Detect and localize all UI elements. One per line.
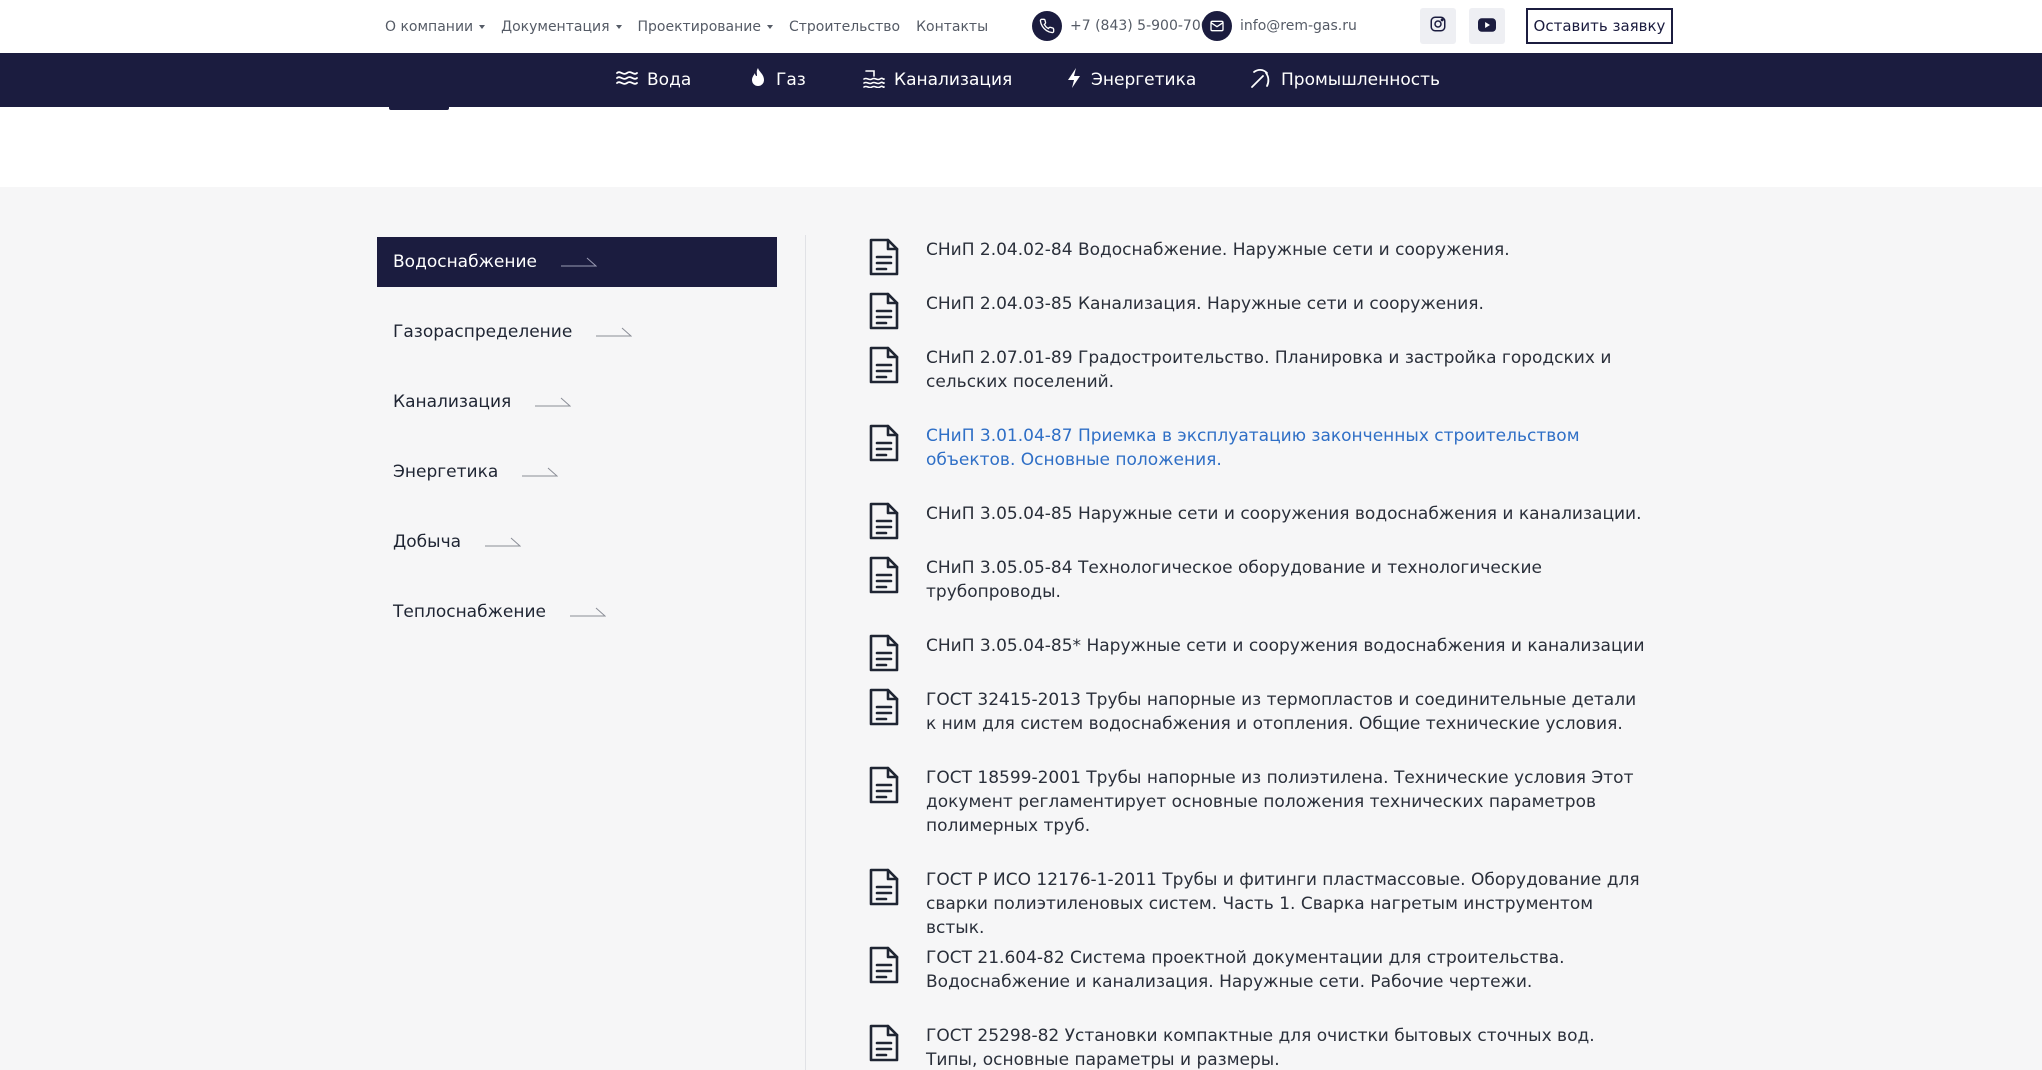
document-item[interactable]: СНиП 2.04.03-85 Канализация. Наружные се… xyxy=(868,291,1648,345)
pickaxe-icon xyxy=(1250,67,1272,94)
chevron-down-icon xyxy=(615,24,622,29)
nav-construction[interactable]: Строительство xyxy=(789,19,900,35)
phone-number: +7 (843) 5-900-700 xyxy=(1070,18,1210,34)
email-address: info@rem-gas.ru xyxy=(1240,18,1357,34)
category-industry[interactable]: Промышленность xyxy=(1250,53,1440,107)
category-sewer[interactable]: Канализация xyxy=(863,53,1012,107)
sidebar-item-label: Теплоснабжение xyxy=(393,602,546,622)
email-link[interactable]: info@rem-gas.ru xyxy=(1202,10,1357,42)
category-label: Энергетика xyxy=(1091,70,1197,90)
category-label: Газ xyxy=(776,70,806,90)
instagram-button[interactable] xyxy=(1420,8,1456,44)
phone-icon xyxy=(1032,11,1062,41)
document-title: ГОСТ 32415-2013 Трубы напорные из термоп… xyxy=(926,690,1637,734)
water-waves-icon xyxy=(616,69,638,92)
phone-link[interactable]: +7 (843) 5-900-700 xyxy=(1032,10,1210,42)
mail-icon xyxy=(1202,11,1232,41)
sidebar-item-5[interactable]: Добыча xyxy=(377,517,777,567)
nav-about[interactable]: О компании xyxy=(385,19,486,35)
document-item[interactable]: СНиП 3.05.05-84 Технологическое оборудов… xyxy=(868,555,1648,633)
chevron-down-icon xyxy=(479,24,486,29)
document-icon xyxy=(868,1023,904,1067)
document-icon xyxy=(868,345,904,389)
document-item[interactable]: ГОСТ 32415-2013 Трубы напорные из термоп… xyxy=(868,687,1648,765)
document-icon xyxy=(868,555,904,599)
document-title: СНиП 2.04.03-85 Канализация. Наружные се… xyxy=(926,294,1484,314)
document-title: ГОСТ 25298-82 Установки компактные для о… xyxy=(926,1026,1595,1070)
document-icon xyxy=(868,291,904,335)
document-title: СНиП 2.04.02-84 Водоснабжение. Наружные … xyxy=(926,240,1510,260)
document-item[interactable]: СНиП 3.01.04-87 Приемка в эксплуатацию з… xyxy=(868,423,1648,501)
divider xyxy=(805,235,806,1070)
sidebar-item-1[interactable]: Водоснабжение xyxy=(377,237,777,287)
category-label: Канализация xyxy=(894,70,1013,90)
top-nav: О компании Документация Проектирование С… xyxy=(385,0,988,53)
document-icon xyxy=(868,423,904,467)
sewer-flow-icon xyxy=(863,68,885,93)
documents-section: Водоснабжение Газораспределение Канализа… xyxy=(0,187,2042,1070)
tab-indicator xyxy=(389,107,449,110)
arrow-right-icon xyxy=(596,322,633,342)
document-item[interactable]: ГОСТ 18599-2001 Трубы напорные из полиэт… xyxy=(868,765,1648,867)
category-energy[interactable]: Энергетика xyxy=(1066,53,1196,107)
sidebar-item-6[interactable]: Теплоснабжение xyxy=(377,587,777,637)
document-title: СНиП 3.01.04-87 Приемка в эксплуатацию з… xyxy=(926,426,1580,470)
nav-documentation[interactable]: Документация xyxy=(501,19,622,35)
category-gas[interactable]: Газ xyxy=(749,53,806,107)
sidebar-item-2[interactable]: Газораспределение xyxy=(377,307,777,357)
category-water[interactable]: Вода xyxy=(616,53,691,107)
document-title: ГОСТ 18599-2001 Трубы напорные из полиэт… xyxy=(926,768,1634,836)
request-button[interactable]: Оставить заявку xyxy=(1526,8,1673,44)
sidebar-item-label: Газораспределение xyxy=(393,322,573,342)
document-icon xyxy=(868,687,904,731)
sidebar-item-label: Водоснабжение xyxy=(393,252,537,272)
document-title: СНиП 3.05.05-84 Технологическое оборудов… xyxy=(926,558,1543,602)
nav-contacts[interactable]: Контакты xyxy=(916,19,988,35)
document-item[interactable]: ГОСТ 25298-82 Установки компактные для о… xyxy=(868,1023,1648,1070)
category-bar: Вода Газ Канализация Энергетика Промышле… xyxy=(0,53,2042,107)
document-item[interactable]: ГОСТ 21.604-82 Система проектной докумен… xyxy=(868,945,1648,1023)
document-icon xyxy=(868,945,904,989)
document-icon xyxy=(868,765,904,809)
document-icon xyxy=(868,501,904,545)
document-item[interactable]: СНиП 3.05.04-85* Наружные сети и сооруже… xyxy=(868,633,1648,687)
youtube-button[interactable] xyxy=(1469,8,1505,44)
sidebar-item-label: Канализация xyxy=(393,392,512,412)
document-item[interactable]: СНиП 2.07.01-89 Градостроительство. План… xyxy=(868,345,1648,423)
top-bar: О компании Документация Проектирование С… xyxy=(0,0,2042,53)
sidebar-item-label: Энергетика xyxy=(393,462,499,482)
document-title: СНиП 3.05.04-85* Наружные сети и сооруже… xyxy=(926,636,1645,656)
document-item[interactable]: ГОСТ Р ИСО 12176-1-2011 Трубы и фитинги … xyxy=(868,867,1648,945)
arrow-right-icon xyxy=(560,252,598,272)
category-label: Вода xyxy=(647,70,692,90)
instagram-icon xyxy=(1429,15,1447,37)
sidebar-item-3[interactable]: Канализация xyxy=(377,377,777,427)
sidebar-item-4[interactable]: Энергетика xyxy=(377,447,777,497)
document-icon xyxy=(868,633,904,677)
document-title: СНиП 3.05.04-85 Наружные сети и сооружен… xyxy=(926,504,1642,524)
document-item[interactable]: СНиП 3.05.04-85 Наружные сети и сооружен… xyxy=(868,501,1648,555)
lightning-icon xyxy=(1066,67,1082,94)
document-title: ГОСТ Р ИСО 12176-1-2011 Трубы и фитинги … xyxy=(926,870,1640,938)
arrow-right-icon xyxy=(485,532,522,552)
document-icon xyxy=(868,867,904,911)
arrow-right-icon xyxy=(535,392,572,412)
document-icon xyxy=(868,237,904,281)
youtube-icon xyxy=(1478,17,1496,36)
nav-design[interactable]: Проектирование xyxy=(638,19,773,35)
document-item[interactable]: СНиП 2.04.02-84 Водоснабжение. Наружные … xyxy=(868,237,1648,291)
flame-icon xyxy=(749,67,767,94)
category-label: Промышленность xyxy=(1281,70,1441,90)
sidebar-item-label: Добыча xyxy=(393,532,462,552)
category-sidebar: Водоснабжение Газораспределение Канализа… xyxy=(377,237,777,657)
document-list: СНиП 2.04.02-84 Водоснабжение. Наружные … xyxy=(868,237,1648,1070)
document-title: СНиП 2.07.01-89 Градостроительство. План… xyxy=(926,348,1612,392)
arrow-right-icon xyxy=(569,602,607,622)
document-title: ГОСТ 21.604-82 Система проектной докумен… xyxy=(926,948,1565,992)
arrow-right-icon xyxy=(522,462,559,482)
chevron-down-icon xyxy=(766,24,773,29)
